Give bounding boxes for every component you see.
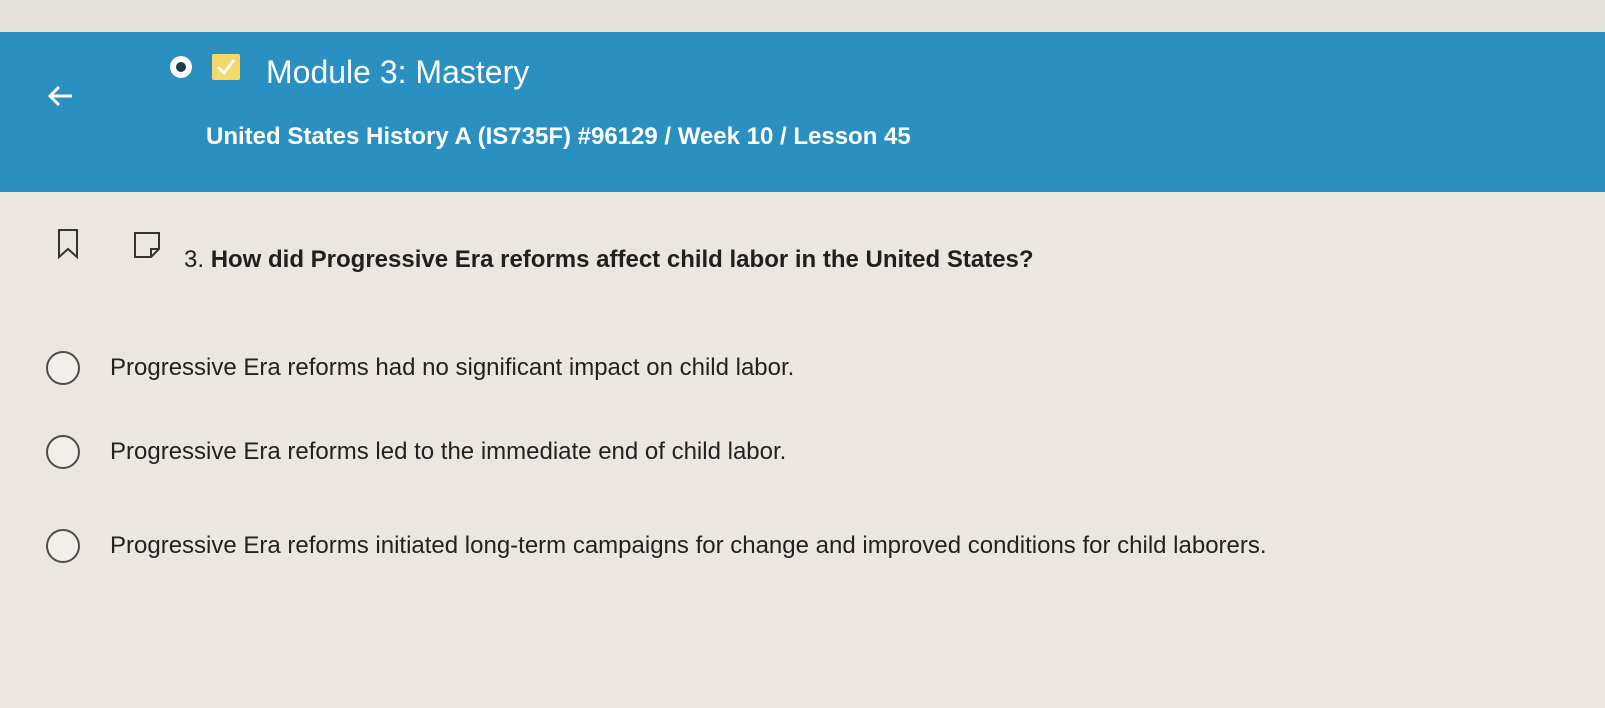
question-prompt: How did Progressive Era reforms affect c… [210, 246, 1034, 273]
answer-option-1[interactable]: Progressive Era reforms had no significa… [46, 348, 794, 388]
radio-button[interactable] [46, 435, 80, 469]
answer-option-3[interactable]: Progressive Era reforms initiated long-t… [46, 526, 1267, 566]
answer-option-label: Progressive Era reforms had no significa… [110, 354, 795, 381]
status-dot-icon [170, 56, 192, 78]
back-button[interactable] [40, 76, 80, 116]
module-header: Module 3: Mastery United States History … [0, 32, 1605, 192]
note-icon[interactable] [132, 230, 162, 265]
answer-option-2[interactable]: Progressive Era reforms led to the immed… [46, 432, 786, 472]
bookmark-icon[interactable] [56, 228, 80, 265]
checkmark-icon [212, 54, 240, 80]
question-text: 3. How did Progressive Era reforms affec… [184, 244, 1034, 276]
page-title: Module 3: Mastery [266, 54, 530, 90]
browser-top-strip [0, 0, 1605, 32]
radio-button[interactable] [46, 529, 80, 563]
answer-option-label: Progressive Era reforms initiated long-t… [110, 532, 1267, 559]
answer-option-label: Progressive Era reforms led to the immed… [110, 438, 787, 465]
breadcrumb: United States History A (IS735F) #96129 … [206, 123, 911, 150]
radio-button[interactable] [46, 351, 80, 385]
arrow-left-icon [47, 85, 72, 107]
question-number: 3. [184, 246, 205, 273]
